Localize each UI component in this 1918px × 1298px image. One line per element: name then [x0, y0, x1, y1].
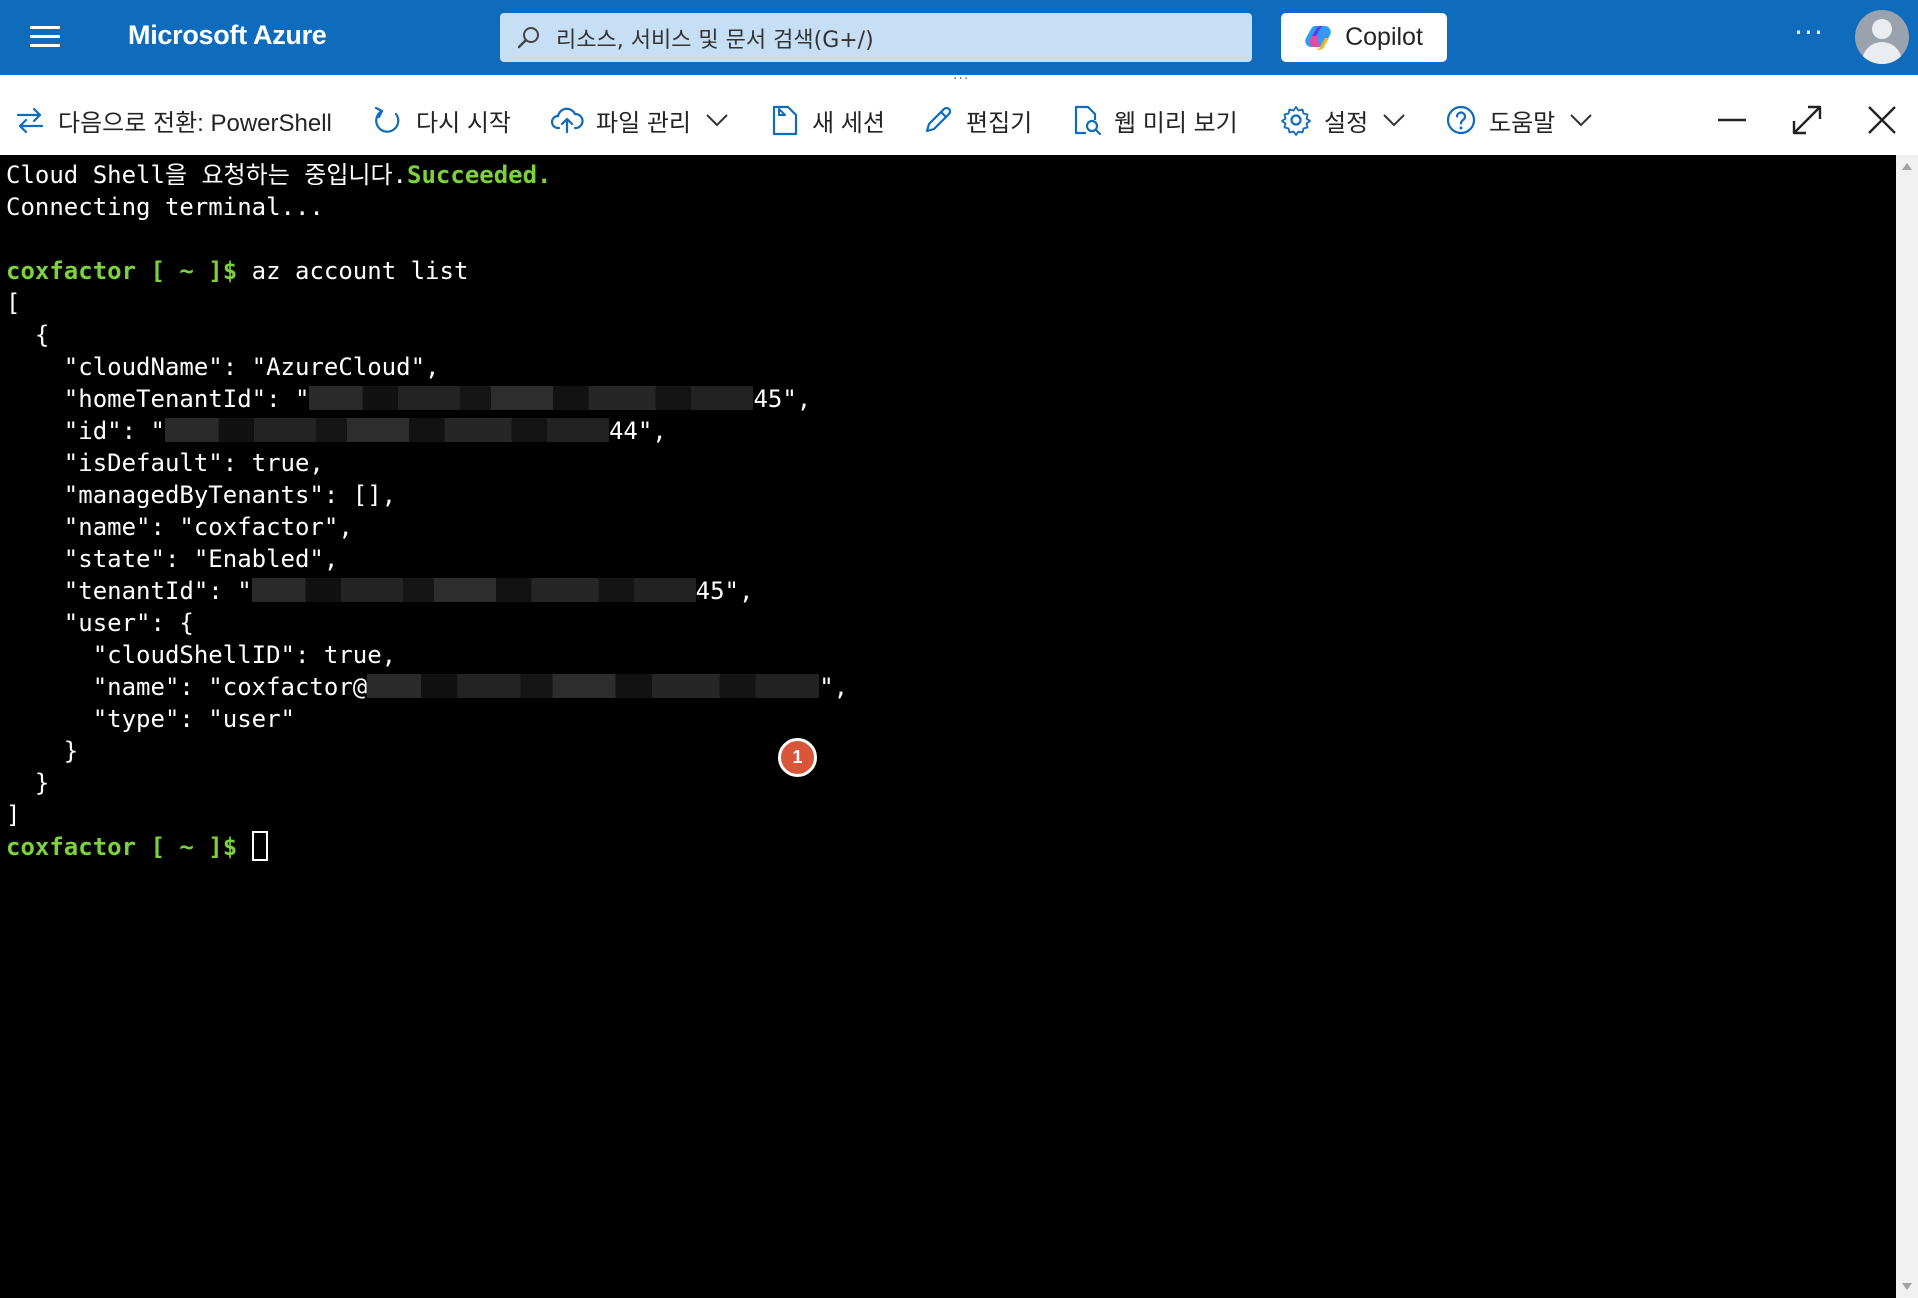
scroll-down-icon[interactable] — [1902, 1283, 1912, 1290]
editor-button[interactable]: 편집기 — [922, 85, 1032, 155]
json-key: "homeTenantId": " — [6, 385, 310, 413]
maximize-button[interactable] — [1790, 85, 1824, 155]
terminal-line: "state": "Enabled", — [6, 545, 339, 573]
terminal-line: "cloudName": "AzureCloud", — [6, 353, 440, 381]
search-box[interactable]: 리소스, 서비스 및 문서 검색(G+/) — [500, 13, 1252, 62]
settings-label: 설정 — [1324, 109, 1369, 137]
settings-button[interactable]: 설정 — [1280, 85, 1406, 155]
terminal-line: "cloudShellID": true, — [6, 641, 397, 669]
redacted-value — [309, 386, 754, 410]
terminal-line: coxfactor [ ~ ]$ — [6, 831, 1896, 863]
switch-to-powershell-button[interactable]: 다음으로 전환: PowerShell — [14, 85, 332, 155]
step-number-badge: 1 — [778, 738, 817, 777]
redacted-value — [367, 674, 820, 698]
terminal-line: { — [6, 321, 50, 349]
terminal-line: "name": "coxfactor@ ", — [6, 671, 1896, 703]
restart-button[interactable]: 다시 시작 — [372, 85, 511, 155]
brand-title[interactable]: Microsoft Azure — [128, 20, 327, 51]
cloud-upload-icon — [550, 107, 584, 134]
chevron-down-icon — [706, 114, 728, 127]
terminal-line: } — [6, 769, 50, 797]
web-preview-label: 웹 미리 보기 — [1114, 109, 1238, 137]
prompt-path: [ ~ ]$ — [136, 833, 238, 861]
prompt-user: coxfactor — [6, 257, 137, 285]
user-avatar-icon[interactable] — [1855, 10, 1909, 64]
terminal-line: } — [6, 737, 79, 765]
redacted-value — [164, 418, 609, 442]
terminal-scrollbar[interactable] — [1896, 155, 1918, 1298]
manage-files-label: 파일 관리 — [596, 109, 691, 137]
cloud-shell-toolbar: 다음으로 전환: PowerShell 다시 시작 파일 관리 새 세션 편집기 — [0, 85, 1918, 155]
new-session-button[interactable]: 새 세션 — [770, 85, 885, 155]
terminal-line: "homeTenantId": " 45", — [6, 383, 1896, 415]
json-value-suffix: 45", — [753, 385, 812, 413]
prompt-path: [ ~ ]$ — [136, 257, 238, 285]
terminal-line: "isDefault": true, — [6, 449, 324, 477]
json-value-suffix: 44", — [608, 417, 667, 445]
prompt-user: coxfactor — [6, 833, 137, 861]
restart-icon — [374, 106, 400, 133]
close-icon — [1868, 106, 1896, 134]
search-input[interactable]: 리소스, 서비스 및 문서 검색(G+/) — [556, 22, 874, 54]
switch-label: 다음으로 전환: PowerShell — [58, 109, 332, 137]
terminal-line: "type": "user" — [6, 705, 295, 733]
redacted-value — [251, 578, 696, 602]
json-key: "tenantId": " — [6, 577, 252, 605]
request-status: Succeeded. — [407, 161, 552, 189]
chevron-down-icon — [1570, 114, 1592, 127]
scroll-up-icon[interactable] — [1902, 163, 1912, 170]
command-text: az account list — [237, 257, 469, 285]
copilot-label: Copilot — [1345, 23, 1423, 51]
copilot-icon — [1305, 25, 1331, 50]
gear-icon — [1281, 106, 1311, 136]
json-value-suffix: 45", — [695, 577, 754, 605]
azure-header: Microsoft Azure 리소스, 서비스 및 문서 검색(G+/) Co… — [0, 0, 1918, 75]
copilot-button[interactable]: Copilot — [1281, 13, 1447, 62]
terminal-line: [ — [6, 289, 21, 317]
terminal-line: "name": "coxfactor", — [6, 513, 353, 541]
help-icon — [1446, 105, 1476, 135]
help-button[interactable]: 도움말 — [1445, 85, 1593, 155]
more-options-icon[interactable]: ··· — [1791, 16, 1827, 56]
terminal-output[interactable]: Cloud Shell을 요청하는 중입니다.Succeeded. Connec… — [0, 155, 1896, 1298]
switch-icon — [16, 107, 44, 134]
request-text: Cloud Shell을 요청하는 중입니다. — [6, 161, 408, 189]
chevron-down-icon — [1383, 114, 1405, 127]
json-key: "id": " — [6, 417, 165, 445]
web-preview-icon — [1074, 105, 1102, 136]
terminal-line: "tenantId": " 45", — [6, 575, 1896, 607]
terminal-cursor[interactable] — [251, 831, 268, 861]
editor-label: 편집기 — [966, 109, 1033, 137]
json-value-suffix: ", — [819, 673, 849, 701]
restart-label: 다시 시작 — [416, 109, 511, 137]
terminal-line: Cloud Shell을 요청하는 중입니다.Succeeded. — [6, 159, 1896, 191]
terminal-line: ] — [6, 801, 21, 829]
pencil-icon — [925, 106, 952, 133]
maximize-icon — [1792, 105, 1822, 135]
json-key: "name": "coxfactor@ — [6, 673, 368, 701]
minimize-icon — [1718, 118, 1746, 122]
panel-resize-handle[interactable]: ··· — [0, 71, 1918, 87]
close-button[interactable] — [1866, 85, 1898, 155]
terminal-line: Connecting terminal... — [6, 193, 324, 221]
search-icon — [517, 26, 539, 48]
new-session-icon — [772, 105, 798, 136]
help-label: 도움말 — [1489, 109, 1556, 137]
terminal-line: "user": { — [6, 609, 194, 637]
hamburger-menu-icon[interactable] — [30, 26, 60, 48]
new-session-label: 새 세션 — [812, 109, 885, 137]
manage-files-button[interactable]: 파일 관리 — [550, 85, 729, 155]
terminal-line: "id": " 44", — [6, 415, 1896, 447]
terminal-line: coxfactor [ ~ ]$ az account list — [6, 255, 1896, 287]
web-preview-button[interactable]: 웹 미리 보기 — [1072, 85, 1238, 155]
terminal-line: "managedByTenants": [], — [6, 481, 397, 509]
minimize-button[interactable] — [1716, 85, 1748, 155]
